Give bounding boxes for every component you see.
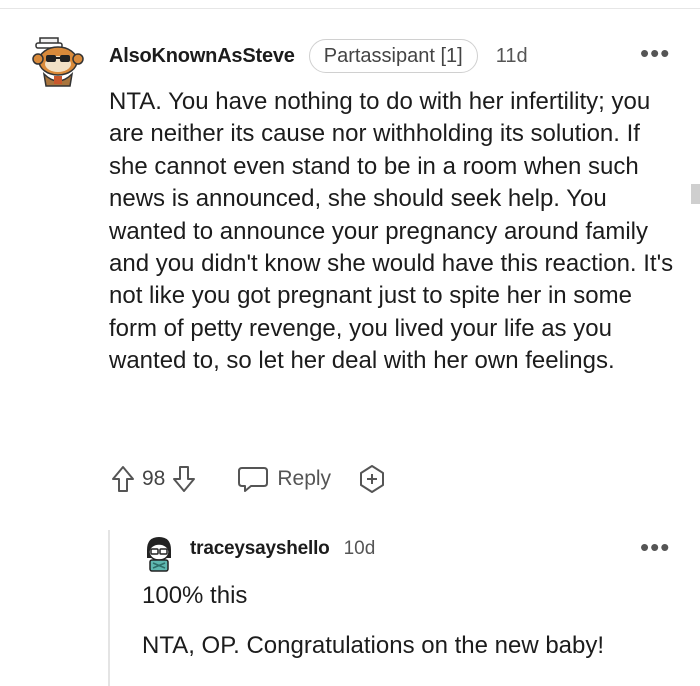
reply-timestamp: 10d [343,538,376,559]
snoo-avatar-icon [147,537,171,572]
upvote-button[interactable] [110,464,136,494]
vote-count: 98 [142,467,166,490]
scrollbar-thumb[interactable] [691,184,700,204]
comment-actions: 98 Reply [110,460,387,498]
snoo-avatar-icon [32,37,84,87]
user-flair: Partassipant [1] [308,39,478,73]
reply-button[interactable]: Reply [237,464,331,494]
reply-avatar[interactable] [142,534,176,572]
thread-line[interactable] [108,530,110,686]
reply-body-line-1: 100% this [142,582,248,609]
comment-body: NTA. You have nothing to do with her inf… [109,88,674,375]
reply-more-options-icon[interactable]: ••• [640,534,670,560]
reply-header: traceysayshello 10d [190,538,375,560]
arrow-down-icon [173,466,196,492]
reply-username[interactable]: traceysayshello [190,538,330,560]
reply-body-line-2: NTA, OP. Congratulations on the new baby… [142,632,605,659]
comment-header: AlsoKnownAsSteve Partassipant [1] 11d [109,38,528,74]
speech-bubble-icon [238,467,269,492]
reply-label: Reply [277,467,332,490]
award-button[interactable] [357,464,387,494]
arrow-up-icon [112,466,134,492]
avatar[interactable] [30,36,86,88]
more-options-icon[interactable]: ••• [640,40,670,66]
top-divider [0,8,700,9]
comment-timestamp: 11d [495,44,528,67]
comment-username[interactable]: AlsoKnownAsSteve [109,45,295,68]
downvote-button[interactable] [171,464,197,494]
award-plus-icon [360,465,385,493]
